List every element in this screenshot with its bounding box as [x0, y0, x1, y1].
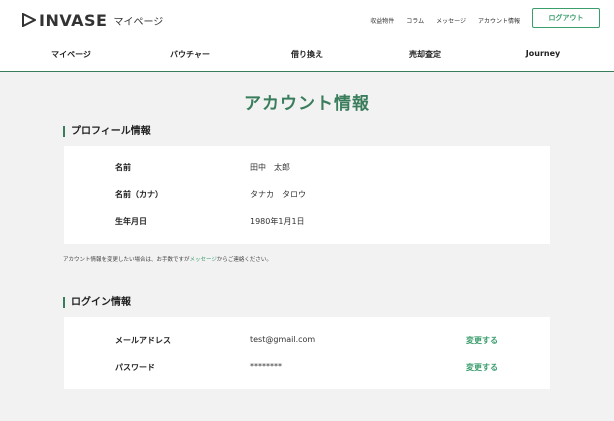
profile-label: 名前（カナ） [115, 190, 163, 199]
top-links: 収益物件 コラム メッセージ アカウント情報 [370, 16, 520, 25]
nav-mypage[interactable]: マイページ [51, 49, 91, 60]
site-header: INVASE マイページ 収益物件 コラム メッセージ アカウント情報 ログアウ… [0, 0, 614, 72]
logo-wordmark: INVASE [39, 10, 108, 30]
change-email-button[interactable]: 変更する [466, 335, 498, 346]
nav-journey[interactable]: Journey [526, 49, 560, 58]
profile-value: 田中 太郎 [250, 163, 290, 172]
profile-label: 名前 [115, 163, 131, 172]
logout-button[interactable]: ログアウト [532, 8, 600, 28]
note-text-before: アカウント情報を変更したい場合は、お手数ですが [63, 257, 190, 263]
logo-arrow-icon [22, 13, 36, 27]
profile-card: 名前 田中 太郎 名前（カナ） タナカ タロウ 生年月日 1980年1月1日 [64, 146, 550, 244]
nav-refinance[interactable]: 借り換え [291, 49, 323, 60]
change-password-button[interactable]: 変更する [466, 362, 498, 373]
page-title: アカウント情報 [244, 94, 370, 114]
login-heading: ログイン情報 [63, 297, 131, 308]
profile-label: 生年月日 [115, 217, 147, 226]
login-label: メールアドレス [115, 336, 171, 345]
login-label: パスワード [115, 363, 155, 372]
logo-subtitle: マイページ [113, 16, 164, 28]
nav-voucher[interactable]: バウチャー [170, 49, 210, 60]
profile-value: タナカ タロウ [250, 190, 306, 199]
top-link-messages[interactable]: メッセージ [436, 16, 466, 25]
nav-sale-assessment[interactable]: 売却査定 [409, 49, 441, 60]
main-nav: マイページ バウチャー 借り換え 売却査定 Journey [0, 49, 614, 61]
profile-value: 1980年1月1日 [250, 217, 305, 226]
profile-heading: プロフィール情報 [63, 126, 151, 137]
logo[interactable]: INVASE マイページ [22, 10, 163, 30]
message-link[interactable]: メッセージ [190, 257, 217, 263]
top-link-account[interactable]: アカウント情報 [478, 16, 520, 25]
top-link-column[interactable]: コラム [406, 16, 424, 25]
note-text-after: からご連絡ください。 [216, 257, 272, 263]
login-value: ******** [250, 362, 282, 371]
top-link-properties[interactable]: 収益物件 [370, 16, 394, 25]
login-value: test@gmail.com [250, 335, 316, 344]
change-note: アカウント情報を変更したい場合は、お手数ですがメッセージからご連絡ください。 [63, 255, 272, 263]
login-card: メールアドレス test@gmail.com 変更する パスワード ******… [64, 317, 550, 389]
